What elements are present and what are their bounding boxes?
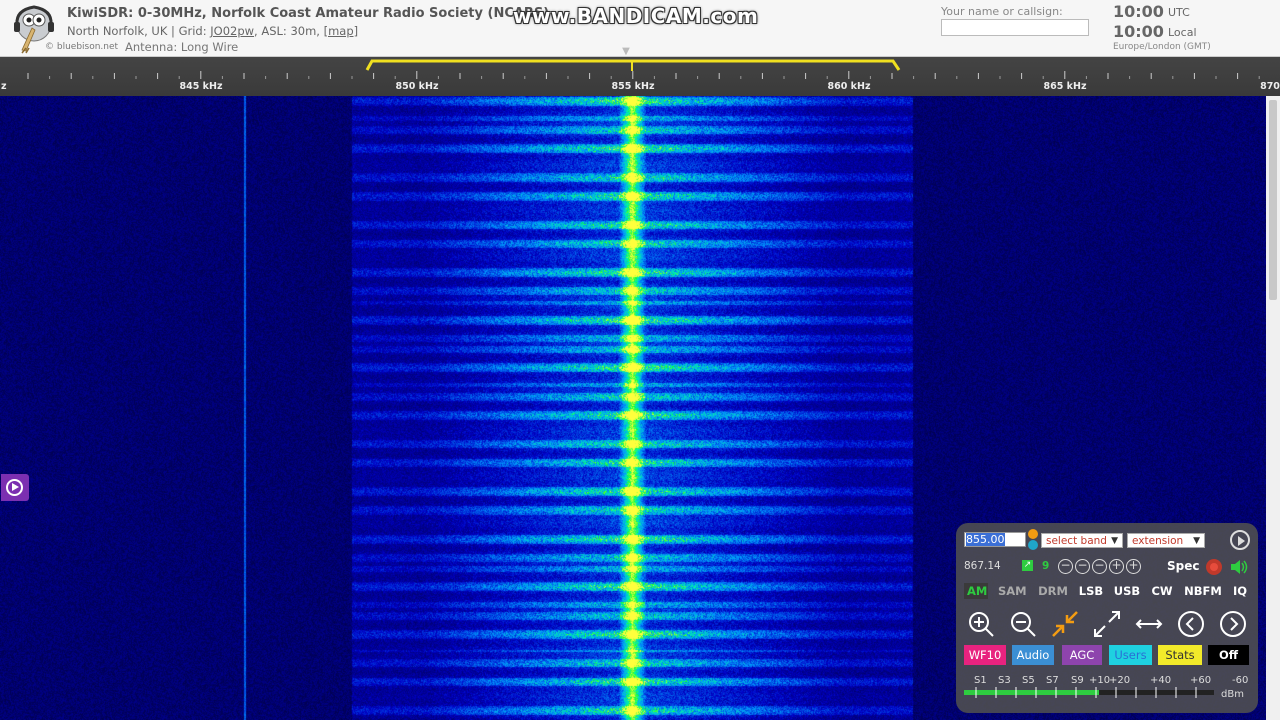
page-left-icon[interactable] — [1177, 610, 1205, 638]
credit-link[interactable]: © bluebison.net — [45, 42, 118, 52]
select-band-dropdown[interactable]: select band ▼ — [1041, 533, 1123, 548]
tab-stats[interactable]: Stats — [1158, 645, 1202, 665]
top-bar: KiwiSDR: 0-30MHz, Norfolk Coast Amateur … — [0, 0, 1280, 57]
zoom-level: 9 — [1042, 560, 1050, 572]
smeter-label-s3: S3 — [998, 675, 1011, 686]
zoom-max-out-icon[interactable] — [1093, 610, 1121, 638]
step-up-icon[interactable] — [1028, 529, 1038, 539]
mode-am-button[interactable]: AM — [964, 583, 988, 599]
mode-nbfm-button[interactable]: NBFM — [1184, 583, 1222, 599]
record-icon[interactable] — [1205, 558, 1223, 576]
zoom-out-max-icon[interactable]: − — [1058, 559, 1073, 574]
frequency-value: 855.00 — [966, 533, 1005, 546]
step-down-icon[interactable] — [1028, 540, 1038, 550]
site-title: KiwiSDR: 0-30MHz, Norfolk Coast Amateur … — [67, 6, 550, 21]
scrollbar-thumb[interactable] — [1269, 100, 1277, 300]
antenna-info: Antenna: Long Wire — [125, 40, 239, 54]
dropdown-arrow-icon: ▼ — [1193, 536, 1200, 546]
extension-dropdown[interactable]: extension ▼ — [1127, 533, 1205, 548]
frequency-scale[interactable]: z 845 kHz 850 kHz 855 kHz 860 kHz 865 kH… — [0, 57, 1280, 96]
name-callsign-label: Your name or callsign: — [941, 5, 1063, 18]
grid-link[interactable]: JO02pw — [210, 24, 254, 38]
dbm-value: -60 — [1232, 675, 1249, 686]
side-panel-toggle-button[interactable] — [1, 474, 29, 501]
speaker-icon[interactable] — [1229, 558, 1249, 576]
mode-cw-button[interactable]: CW — [1151, 583, 1173, 599]
zoom-out-small-icon[interactable]: − — [1092, 559, 1107, 574]
scale-label-870: 870 — [1260, 81, 1280, 92]
zoom-in-icon[interactable]: + — [1126, 559, 1141, 574]
smeter-label-plus60: +60 — [1190, 675, 1212, 686]
scale-label-850: 850 kHz — [395, 81, 439, 92]
zoom-in-magnifier-icon[interactable] — [967, 610, 995, 638]
scale-label-845: 845 kHz — [179, 81, 223, 92]
utc-time: 10:00 — [1113, 2, 1164, 21]
smeter-ticks — [975, 687, 1197, 698]
utc-label: UTC — [1168, 6, 1190, 19]
smeter-label-plus10: +10 — [1089, 675, 1111, 686]
tab-audio[interactable]: Audio — [1012, 645, 1054, 665]
smeter-label-plus40: +40 — [1150, 675, 1172, 686]
mode-sam-button[interactable]: SAM — [998, 583, 1027, 599]
zoom-out-icon[interactable]: − — [1075, 559, 1090, 574]
tab-off[interactable]: Off — [1208, 645, 1249, 665]
mode-usb-button[interactable]: USB — [1113, 583, 1141, 599]
smeter-label-s7: S7 — [1046, 675, 1059, 686]
mode-iq-button[interactable]: IQ — [1232, 583, 1248, 599]
local-time: 10:00 — [1113, 22, 1164, 41]
timezone-label: Europe/London (GMT) — [1113, 42, 1211, 52]
page-scrollbar[interactable] — [1266, 96, 1280, 720]
cutoff-frequency: 867.14 — [964, 560, 1001, 572]
dbm-unit: dBm — [1221, 689, 1244, 700]
zoom-to-band-icon[interactable] — [1051, 610, 1079, 638]
tab-users[interactable]: Users — [1109, 645, 1152, 665]
bandicam-watermark: www.BANDICAM.com — [513, 4, 759, 28]
scale-edge-label: z — [1, 81, 7, 92]
frequency-input[interactable]: 855.00 — [964, 532, 1026, 547]
scale-label-855: 855 kHz — [611, 81, 655, 92]
spectrum-toggle-button[interactable]: Spec — [1167, 559, 1199, 573]
zoom-in-small-icon[interactable]: + — [1109, 559, 1124, 574]
link-arrow-icon[interactable]: ↗ — [1022, 560, 1033, 571]
zoom-out-magnifier-icon[interactable] — [1009, 610, 1037, 638]
site-location-line: North Norfolk, UK | Grid: JO02pw, ASL: 3… — [67, 24, 358, 38]
smeter-label-plus20: +20 — [1109, 675, 1131, 686]
kiwisdr-app: KiwiSDR: 0-30MHz, Norfolk Coast Amateur … — [0, 0, 1280, 720]
page-right-icon[interactable] — [1219, 610, 1247, 638]
map-link[interactable]: [map] — [324, 24, 359, 38]
mode-lsb-button[interactable]: LSB — [1078, 583, 1104, 599]
control-panel: 855.00 select band ▼ extension ▼ 867.14 ↗ … — [956, 523, 1258, 713]
pan-width-icon[interactable] — [1135, 610, 1163, 638]
collapse-chevron-icon[interactable]: ▼ — [617, 46, 635, 57]
smeter-label-s1: S1 — [974, 675, 987, 686]
asl-text: , ASL: 30m, — [254, 24, 324, 38]
scale-label-865: 865 kHz — [1043, 81, 1087, 92]
panel-play-icon[interactable] — [1230, 530, 1250, 550]
smeter-label-s5: S5 — [1022, 675, 1035, 686]
scale-label-860: 860 kHz — [827, 81, 871, 92]
local-label: Local — [1168, 26, 1197, 39]
location-text: North Norfolk, UK | Grid: — [67, 24, 211, 38]
name-callsign-input[interactable] — [941, 19, 1089, 36]
smeter-label-s9: S9 — [1071, 675, 1084, 686]
tab-wf10[interactable]: WF10 — [964, 645, 1006, 665]
dropdown-arrow-icon: ▼ — [1111, 536, 1118, 546]
tab-agc[interactable]: AGC — [1062, 645, 1102, 665]
mode-drm-button[interactable]: DRM — [1038, 583, 1068, 599]
